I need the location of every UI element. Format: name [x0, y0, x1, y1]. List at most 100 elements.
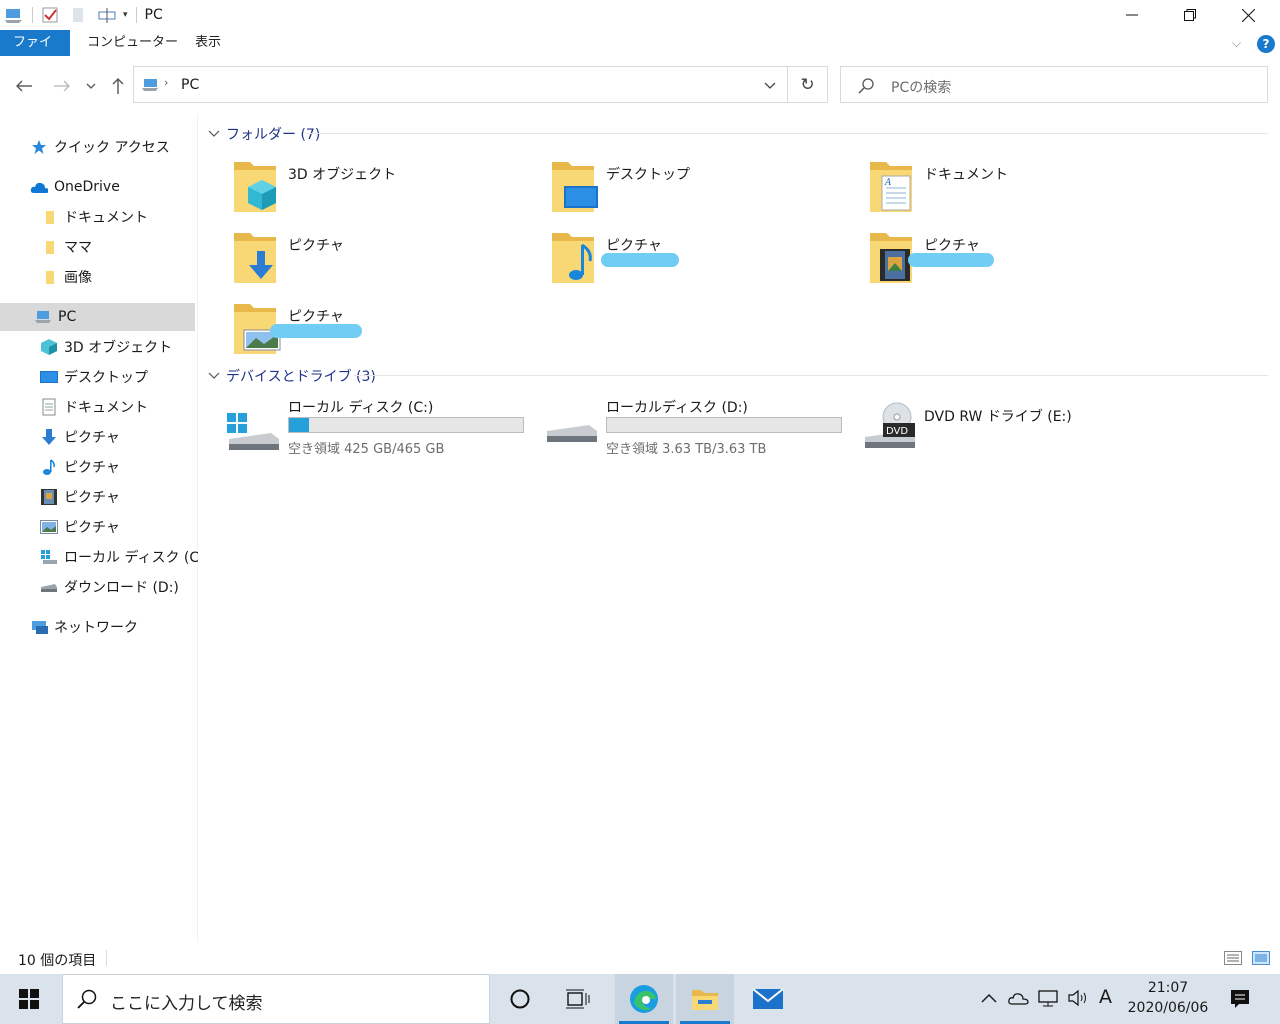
drive-tile-c[interactable]: ローカル ディスク (C:) 空き領域 425 GB/465 GB [225, 397, 525, 467]
rename-icon[interactable] [97, 6, 119, 24]
windows-drive-icon [40, 548, 58, 566]
nav-label: 画像 [64, 270, 92, 286]
start-button[interactable] [0, 974, 58, 1024]
title-bar: ▾ PC [0, 0, 1280, 30]
music-note-icon [40, 458, 58, 476]
details-view-icon[interactable] [1224, 951, 1242, 965]
taskbar-search-box[interactable]: ここに入力して検索 [62, 974, 490, 1024]
network-monitor-icon[interactable] [1038, 989, 1060, 1007]
properties-icon[interactable] [41, 6, 59, 24]
nav-label: ピクチャ [64, 520, 120, 536]
tab-computer[interactable]: コンピューター [74, 30, 191, 56]
clock-time: 21:07 [1147, 980, 1189, 996]
address-dropdown-icon[interactable] [764, 82, 776, 90]
drives-group-header[interactable]: デバイスとドライブ (3) [208, 366, 1268, 386]
folder-tile-documents[interactable]: A ドキュメント [864, 156, 1164, 222]
picture-icon [40, 518, 58, 536]
volume-icon[interactable] [1067, 989, 1089, 1007]
drive-tile-d[interactable]: ローカルディスク (D:) 空き領域 3.63 TB/3.63 TB [543, 397, 843, 467]
close-button[interactable] [1219, 0, 1277, 30]
clock-date: 2020/06/06 [1127, 1000, 1209, 1016]
onedrive-cloud-icon[interactable] [1008, 991, 1030, 1005]
drive-usage-bar [288, 417, 524, 433]
nav-label: ドキュメント [64, 210, 148, 226]
nav-network[interactable]: ネットワーク [0, 613, 225, 641]
file-explorer-icon [692, 990, 718, 1010]
nav-label: ママ [64, 240, 92, 256]
taskbar: ここに入力して検索 A 21:07 2020/06/06 [0, 974, 1280, 1024]
cortana-button[interactable] [491, 974, 549, 1024]
chevron-down-icon [86, 83, 96, 89]
expand-ribbon-icon[interactable]: ⌵ [1232, 36, 1241, 51]
svg-text:A: A [884, 178, 892, 188]
mail-icon [752, 988, 784, 1009]
arrow-up-icon [112, 78, 124, 94]
redaction-scribble [270, 324, 362, 338]
group-title: デバイスとドライブ (3) [226, 369, 376, 385]
drive-free-space: 空き領域 3.63 TB/3.63 TB [606, 442, 767, 457]
folder-icon [40, 238, 58, 256]
tab-file[interactable]: ファイル [0, 30, 70, 76]
folder-tile-videos[interactable]: ピクチャ [864, 227, 1164, 293]
minimize-icon [1126, 14, 1138, 16]
folder-tile-downloads[interactable]: ピクチャ [228, 227, 528, 293]
nav-onedrive[interactable]: OneDrive [0, 173, 225, 201]
search-box[interactable]: PCの検索 [840, 66, 1268, 103]
cloud-icon [30, 178, 48, 196]
separator [106, 950, 107, 966]
tab-view[interactable]: 表示 [182, 30, 234, 56]
breadcrumb-pc[interactable]: PC [181, 77, 199, 93]
mail-taskbar-button[interactable] [739, 974, 797, 1024]
separator [135, 7, 137, 23]
ime-indicator[interactable]: A [1099, 986, 1112, 1008]
customize-toolbar-icon[interactable]: ▾ [123, 10, 128, 20]
task-view-icon [566, 989, 590, 1009]
folder-tile-music[interactable]: ピクチャ [546, 227, 846, 293]
minimize-button[interactable] [1103, 0, 1161, 30]
folders-group-header[interactable]: フォルダー (7) [208, 124, 1268, 144]
new-folder-icon[interactable] [69, 6, 87, 24]
dvd-drive-icon: DVD [865, 402, 915, 448]
cube-icon [40, 338, 58, 356]
music-folder-icon [552, 233, 594, 283]
recent-locations-button[interactable] [80, 74, 102, 98]
back-button[interactable] [12, 74, 36, 98]
clock[interactable]: 21:07 2020/06/06 [1124, 978, 1212, 1020]
cortana-circle-icon [510, 989, 530, 1009]
task-view-button[interactable] [549, 974, 607, 1024]
nav-label: クイック アクセス [54, 140, 170, 156]
restore-icon [1184, 9, 1196, 21]
nav-quick-access[interactable]: クイック アクセス [0, 133, 225, 161]
close-icon [1241, 8, 1255, 22]
folder-tile-pictures[interactable]: ピクチャ [228, 298, 528, 364]
film-icon [40, 488, 58, 506]
address-bar[interactable]: › PC [133, 66, 788, 103]
folder-tile-3d-objects[interactable]: 3D オブジェクト [228, 156, 528, 222]
divider [306, 133, 1268, 134]
star-icon [30, 138, 48, 156]
folder-tile-desktop[interactable]: デスクトップ [546, 156, 846, 222]
breadcrumb-chevron-icon: › [164, 76, 169, 89]
document-icon [40, 398, 58, 416]
edge-taskbar-button[interactable] [615, 974, 673, 1024]
large-icons-view-icon[interactable] [1252, 951, 1270, 965]
drive-free-space: 空き領域 425 GB/465 GB [288, 442, 445, 457]
file-explorer-taskbar-button[interactable] [676, 974, 734, 1024]
forward-button[interactable] [50, 74, 74, 98]
help-icon[interactable]: ? [1257, 35, 1275, 53]
drive-tile-e[interactable]: DVD DVD RW ドライブ (E:) [861, 397, 1161, 467]
drive-name: ローカル ディスク (C:) [288, 400, 434, 416]
chevron-up-icon[interactable] [981, 993, 997, 1003]
download-arrow-icon [40, 428, 58, 446]
redaction-scribble [908, 253, 994, 267]
nav-pc[interactable]: PC [0, 303, 195, 331]
up-button[interactable] [106, 74, 130, 98]
notification-center-icon[interactable] [1229, 988, 1251, 1010]
pc-icon [142, 79, 158, 91]
folder-icon [40, 268, 58, 286]
refresh-button[interactable]: ↻ [788, 66, 828, 103]
nav-label: ピクチャ [64, 490, 120, 506]
separator [32, 7, 33, 23]
maximize-button[interactable] [1161, 0, 1219, 30]
drive-icon [40, 578, 58, 596]
